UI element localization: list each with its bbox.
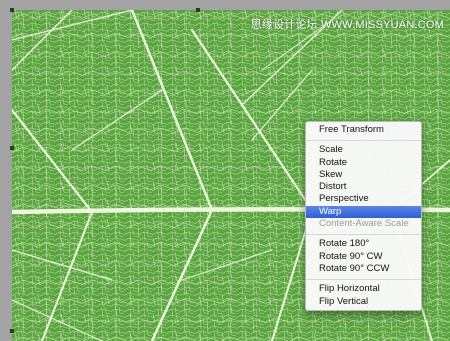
menu-separator <box>306 140 421 142</box>
menu-item-perspective[interactable]: Perspective <box>306 193 421 205</box>
menu-item-free-transform[interactable]: Free Transform <box>306 124 421 136</box>
menu-item-rotate-90-cw[interactable]: Rotate 90° CW <box>306 251 421 263</box>
menu-separator <box>306 234 421 236</box>
transform-context-menu: Free Transform Scale Rotate Skew Distort Pers… <box>305 121 422 311</box>
menu-item-rotate[interactable]: Rotate <box>306 157 421 169</box>
menu-item-distort[interactable]: Distort <box>306 181 421 193</box>
transform-handle-top-center[interactable] <box>196 8 200 12</box>
menu-item-rotate-90-ccw[interactable]: Rotate 90° CCW <box>306 263 421 275</box>
menu-item-warp[interactable]: Warp <box>306 205 421 219</box>
transform-handle-top-left[interactable] <box>10 8 14 12</box>
menu-item-skew[interactable]: Skew <box>306 169 421 181</box>
menu-item-scale[interactable]: Scale <box>306 144 421 156</box>
transform-handle-bottom-left[interactable] <box>10 329 14 333</box>
watermark-text: 思缘设计论坛 WWW.MISSYUAN.COM <box>250 19 444 31</box>
menu-item-content-aware-scale: Content-Aware Scale <box>319 218 409 230</box>
transform-handle-middle-left[interactable] <box>10 146 14 150</box>
menu-item-rotate-180[interactable]: Rotate 180° <box>306 238 421 250</box>
menu-separator <box>306 279 421 281</box>
menu-item-flip-horizontal[interactable]: Flip Horizontal <box>306 283 421 295</box>
menu-item-flip-vertical[interactable]: Flip Vertical <box>306 296 421 308</box>
